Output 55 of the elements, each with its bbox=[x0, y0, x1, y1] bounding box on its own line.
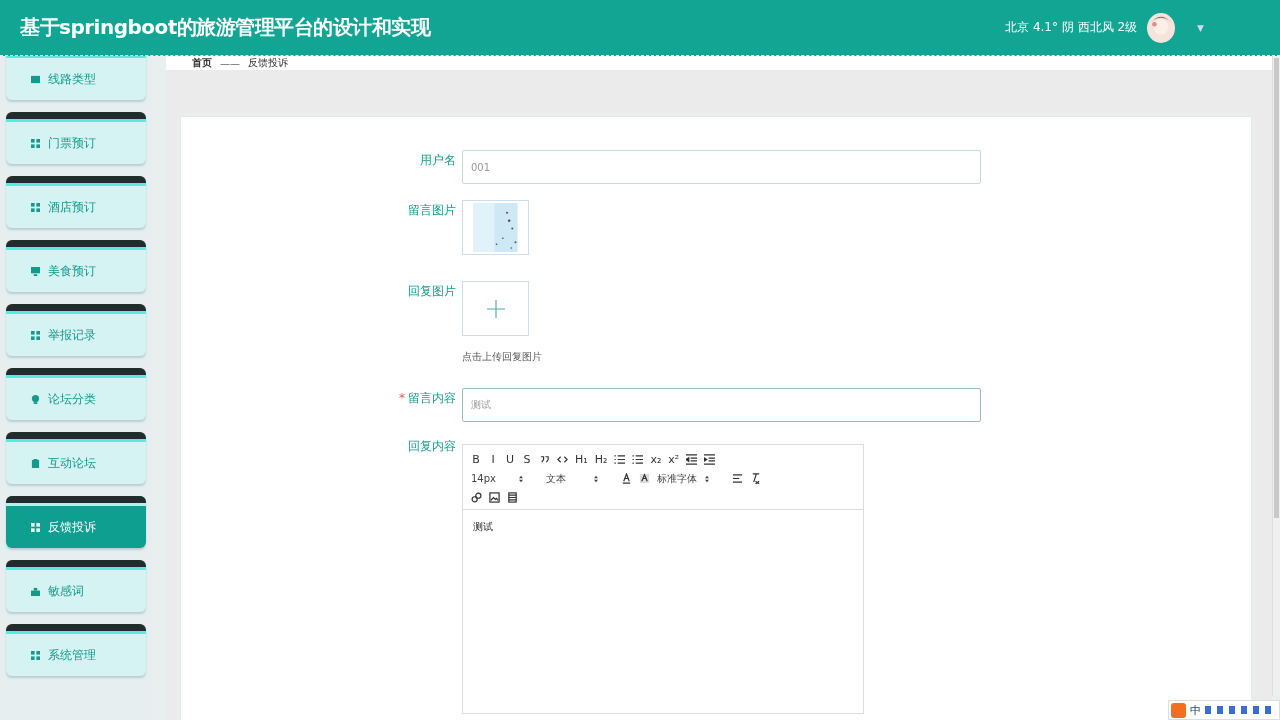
format-button[interactable]: H₂ bbox=[594, 453, 608, 466]
editor-area[interactable]: 测试 bbox=[473, 520, 493, 534]
field-label: 回复图片 bbox=[408, 284, 456, 298]
toolbar-select[interactable]: 14px bbox=[471, 473, 523, 484]
scrollbar[interactable] bbox=[1272, 56, 1280, 696]
background-color-icon[interactable] bbox=[639, 473, 650, 484]
sort-arrows-icon bbox=[594, 474, 598, 483]
avatar[interactable] bbox=[1147, 11, 1176, 44]
grid-icon bbox=[31, 138, 40, 148]
quote-icon[interactable] bbox=[539, 454, 550, 465]
bulb-icon bbox=[31, 394, 40, 404]
field-label: 留言图片 bbox=[408, 203, 456, 217]
field-label: 用户名 bbox=[420, 153, 456, 167]
toolbar-select[interactable]: 标准字体 bbox=[657, 471, 709, 486]
format-button[interactable]: x₂ bbox=[650, 453, 662, 466]
bag-icon bbox=[31, 586, 40, 596]
field-label: 留言内容 bbox=[408, 391, 456, 405]
checkbox-icon bbox=[31, 74, 40, 84]
image-thumbnail[interactable] bbox=[462, 200, 529, 255]
field-label: 回复内容 bbox=[408, 439, 456, 453]
format-button[interactable]: S bbox=[522, 453, 532, 466]
grid-icon bbox=[31, 522, 40, 532]
sort-arrows-icon bbox=[705, 474, 709, 483]
weather-text: 北京 4.1° 阴 西北风 2级 bbox=[1005, 19, 1138, 36]
grid-icon bbox=[31, 202, 40, 212]
required-mark: * bbox=[399, 391, 405, 405]
indent-icon[interactable] bbox=[704, 454, 716, 465]
ordered-list-icon[interactable] bbox=[614, 454, 626, 465]
format-button[interactable]: H₁ bbox=[575, 453, 588, 466]
clipboard-icon bbox=[31, 458, 40, 468]
grid-icon bbox=[31, 650, 40, 660]
format-button[interactable]: x² bbox=[668, 453, 680, 466]
breadcrumb-separator: —— bbox=[220, 57, 240, 69]
format-button[interactable]: U bbox=[505, 453, 515, 466]
align-icon[interactable] bbox=[732, 473, 743, 484]
outdent-icon[interactable] bbox=[686, 454, 698, 465]
upload-hint: 点击上传回复图片 bbox=[462, 350, 542, 364]
grid-icon bbox=[31, 330, 40, 340]
code-icon[interactable] bbox=[557, 454, 568, 465]
format-button[interactable]: B bbox=[471, 453, 481, 466]
font-color-icon[interactable] bbox=[621, 473, 632, 484]
breadcrumb-link[interactable]: 首页 bbox=[192, 56, 212, 70]
sort-arrows-icon bbox=[519, 474, 523, 483]
toolbar-select[interactable]: 文本 bbox=[546, 471, 598, 486]
video-icon[interactable] bbox=[507, 492, 518, 503]
monitor-icon bbox=[31, 266, 40, 276]
image-icon[interactable] bbox=[489, 492, 500, 503]
plus-icon bbox=[486, 299, 505, 318]
link-icon[interactable] bbox=[471, 492, 482, 503]
bullet-list-icon[interactable] bbox=[632, 454, 644, 465]
breadcrumb-current: 反馈投诉 bbox=[248, 56, 288, 70]
clear-format-icon[interactable] bbox=[750, 473, 761, 484]
format-button[interactable]: I bbox=[488, 453, 498, 466]
app-title: 基于springboot的旅游管理平台的设计和实现 bbox=[20, 14, 432, 41]
ime-toolbar[interactable]: 中 bbox=[1168, 700, 1280, 720]
